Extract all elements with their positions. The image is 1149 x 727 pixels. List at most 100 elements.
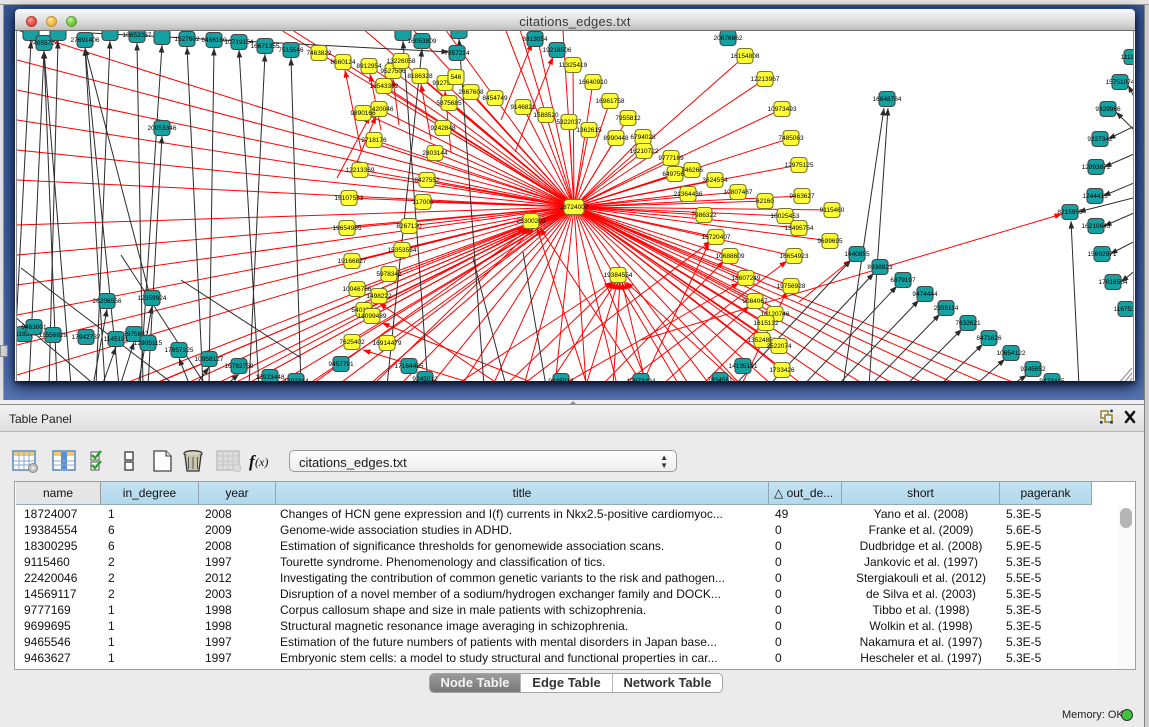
svg-text:16782759: 16782759 — [225, 363, 254, 370]
svg-text:10025453: 10025453 — [771, 213, 800, 220]
svg-text:7357224: 7357224 — [444, 50, 470, 57]
svg-text:17957225: 17957225 — [165, 347, 194, 354]
svg-text:62160: 62160 — [756, 198, 774, 205]
svg-text:7834561: 7834561 — [707, 377, 733, 381]
svg-text:16107553: 16107553 — [335, 195, 364, 202]
svg-text:8990448: 8990448 — [603, 135, 629, 142]
svg-text:1292344: 1292344 — [283, 378, 309, 381]
svg-text:9474444: 9474444 — [912, 291, 938, 298]
svg-text:8267130: 8267130 — [396, 223, 422, 230]
svg-text:9146821: 9146821 — [510, 104, 536, 111]
svg-text:5875685: 5875685 — [436, 100, 462, 107]
svg-text:1167531: 1167531 — [1114, 306, 1134, 313]
svg-text:16648784: 16648784 — [873, 96, 902, 103]
svg-text:16654923: 16654923 — [780, 253, 809, 260]
svg-text:2867608: 2867608 — [458, 89, 484, 96]
svg-text:10973494: 10973494 — [627, 378, 656, 381]
svg-text:10807487: 10807487 — [724, 189, 753, 196]
svg-text:27691406: 27691406 — [71, 37, 100, 44]
svg-text:9115460: 9115460 — [820, 207, 845, 214]
svg-text:17164485: 17164485 — [395, 363, 424, 370]
svg-text:16914479: 16914479 — [373, 340, 402, 347]
svg-text:9245652: 9245652 — [1020, 366, 1046, 373]
svg-text:19218506: 19218506 — [543, 47, 572, 54]
svg-text:16961758: 16961758 — [596, 98, 625, 105]
svg-text:19756928: 19756928 — [777, 283, 806, 290]
svg-text:25300203: 25300203 — [517, 218, 546, 225]
svg-text:20876862: 20876862 — [714, 35, 743, 42]
svg-text:16210643: 16210643 — [1082, 223, 1111, 230]
svg-text:2718176: 2718176 — [361, 137, 387, 144]
svg-text:10973493: 10973493 — [768, 106, 797, 113]
svg-text:9463001: 9463001 — [21, 324, 47, 331]
svg-text:14099489: 14099489 — [358, 313, 387, 320]
svg-text:12213369: 12213369 — [346, 167, 375, 174]
svg-text:5322037: 5322037 — [556, 119, 582, 126]
svg-text:7625402: 7625402 — [339, 339, 365, 346]
svg-text:6794028: 6794028 — [630, 134, 656, 141]
svg-text:15353584: 15353584 — [388, 247, 417, 254]
svg-text:12213967: 12213967 — [751, 76, 780, 83]
svg-text:12923448: 12923448 — [256, 374, 285, 381]
svg-text:15751074: 15751074 — [1106, 79, 1134, 86]
svg-text:7515546: 7515546 — [278, 47, 304, 54]
svg-text:1733426: 1733426 — [769, 367, 795, 374]
svg-text:19654985: 19654985 — [333, 225, 362, 232]
svg-text:7463822: 7463822 — [306, 50, 332, 57]
svg-text:10688609: 10688609 — [716, 253, 745, 260]
svg-text:1588520: 1588520 — [533, 112, 559, 119]
svg-text:26206556: 26206556 — [93, 298, 122, 305]
svg-text:8215955: 8215955 — [1057, 209, 1083, 216]
svg-text:19166827: 19166827 — [338, 258, 367, 265]
svg-text:9463627: 9463627 — [789, 193, 815, 200]
svg-text:9242848: 9242848 — [430, 125, 456, 132]
svg-text:16671355: 16671355 — [251, 43, 280, 50]
svg-text:9245012: 9245012 — [412, 376, 438, 381]
svg-text:9527506: 9527506 — [380, 68, 406, 75]
svg-text:10719154: 10719154 — [225, 39, 254, 46]
svg-text:8186328: 8186328 — [407, 73, 433, 80]
svg-text:8454749: 8454749 — [482, 95, 508, 102]
svg-text:9474445: 9474445 — [1039, 378, 1065, 381]
svg-text:10654122: 10654122 — [997, 350, 1026, 357]
svg-text:13226058: 13226058 — [387, 58, 416, 65]
svg-text:15692971: 15692971 — [1088, 251, 1117, 258]
svg-text:8471626: 8471626 — [976, 335, 1002, 342]
svg-text:20053346: 20053346 — [148, 125, 177, 132]
svg-text:1244415: 1244415 — [1082, 193, 1108, 200]
svg-text:9457791: 9457791 — [328, 361, 354, 368]
svg-text:9329966: 9329966 — [1095, 106, 1121, 113]
svg-text:3624554: 3624554 — [702, 177, 728, 184]
svg-text:16543382: 16543382 — [370, 83, 399, 90]
svg-text:6879197: 6879197 — [890, 277, 916, 284]
svg-text:9777169: 9777169 — [658, 155, 684, 162]
svg-text:10653287: 10653287 — [123, 32, 152, 39]
svg-text:117006: 117006 — [412, 199, 434, 206]
svg-text:19384554: 19384554 — [604, 272, 633, 279]
svg-text:17016504: 17016504 — [1099, 279, 1128, 286]
svg-text:18607249: 18607249 — [732, 275, 761, 282]
svg-text:1527602: 1527602 — [174, 36, 200, 43]
svg-text:18724007: 18724007 — [560, 204, 589, 211]
svg-text:1640955: 1640955 — [844, 251, 870, 258]
svg-text:14135141: 14135141 — [729, 363, 758, 370]
svg-text:10958127: 10958127 — [195, 356, 224, 363]
svg-text:9699695: 9699695 — [817, 238, 843, 245]
svg-text:1145191: 1145191 — [104, 336, 129, 343]
svg-text:546: 546 — [451, 74, 462, 81]
svg-text:12905115: 12905115 — [134, 340, 163, 347]
svg-text:1362615: 1362615 — [576, 127, 602, 134]
svg-text:21364436: 21364436 — [674, 191, 703, 198]
svg-text:2522074: 2522074 — [766, 343, 792, 350]
svg-text:11325419: 11325419 — [559, 62, 588, 69]
svg-text:16053809: 16053809 — [408, 38, 437, 45]
svg-text:8427552: 8427552 — [414, 177, 440, 184]
svg-text:7955812: 7955812 — [615, 115, 641, 122]
svg-text:7485063: 7485063 — [778, 135, 804, 142]
svg-text:1498222: 1498222 — [366, 293, 392, 300]
svg-text:1111111: 1111111 — [1121, 54, 1134, 61]
svg-text:16210722: 16210722 — [630, 148, 659, 155]
svg-text:11556829: 11556829 — [39, 332, 68, 339]
svg-text:5978342: 5978342 — [376, 271, 402, 278]
svg-text:13495754: 13495754 — [785, 225, 814, 232]
